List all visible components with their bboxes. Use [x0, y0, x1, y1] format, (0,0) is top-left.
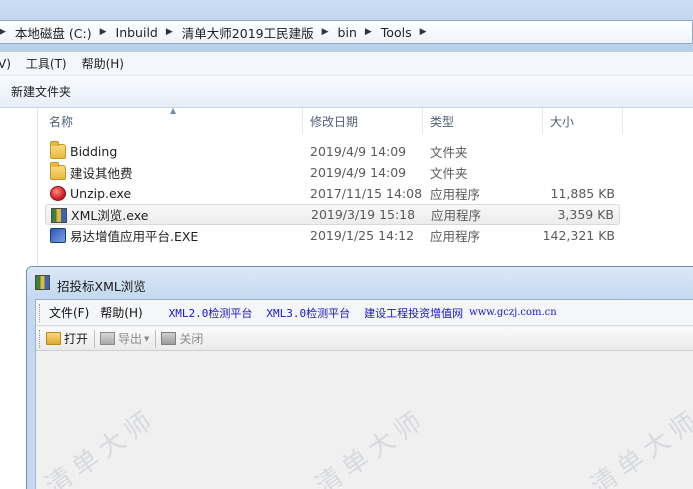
chevron-right-icon[interactable]: ▶: [420, 27, 427, 37]
file-name: Unzip.exe: [70, 186, 132, 201]
open-button[interactable]: 打开: [46, 330, 88, 347]
file-type: 应用程序: [430, 229, 481, 244]
toolbar-separator: [94, 329, 96, 348]
app-menubar: 文件(F) 帮助(H) XML2.0检测平台 XML3.0检测平台 建设工程投资…: [36, 300, 693, 326]
file-type: 应用程序: [430, 187, 481, 202]
file-size: 3,359 KB: [557, 207, 614, 222]
breadcrumb-bin[interactable]: bin ▶: [338, 25, 381, 40]
toolbar-separator: [155, 329, 157, 348]
open-label: 打开: [64, 332, 89, 346]
file-row-yida[interactable]: 易达增值应用平台.EXE 2019/1/25 14:12 应用程序 142,32…: [45, 225, 620, 246]
file-row-unzip[interactable]: Unzip.exe 2017/11/15 14:08 应用程序 11,885 K…: [45, 183, 620, 204]
link-xml2-check[interactable]: XML2.0检测平台: [169, 305, 253, 321]
file-name: XML浏览.exe: [71, 208, 149, 223]
breadcrumb-label: 清单大师2019工民建版: [181, 25, 314, 41]
explorer-command-bar: 新建文件夹: [0, 76, 693, 108]
unzip-app-icon: [50, 186, 66, 201]
app-toolbar: 打开 导出 ▼ 关闭: [36, 327, 693, 351]
file-date: 2019/3/19 15:18: [311, 207, 416, 222]
close-file-button[interactable]: 关闭: [161, 330, 203, 347]
file-name: 建设其他费: [70, 166, 133, 181]
document-workspace[interactable]: 清单大师 清单大师 清单大师: [36, 352, 693, 489]
file-date: 2019/1/25 14:12: [310, 228, 415, 243]
file-date: 2019/4/9 14:09: [310, 165, 407, 180]
menu-tools[interactable]: 工具(T): [26, 55, 67, 72]
file-date: 2019/4/9 14:09: [310, 144, 407, 159]
file-type: 文件夹: [430, 166, 468, 181]
open-folder-icon: [46, 332, 61, 345]
column-header-size[interactable]: 大小: [543, 108, 623, 134]
file-name: 易达增值应用平台.EXE: [70, 229, 199, 244]
column-header-date[interactable]: 修改日期: [303, 108, 423, 134]
link-url[interactable]: www.gczj.com.cn: [469, 307, 557, 318]
chevron-right-icon[interactable]: ▶: [166, 27, 173, 37]
exe-app-icon: [50, 228, 66, 243]
breadcrumb-label: Inbuild: [115, 24, 158, 40]
chevron-right-icon[interactable]: ▶: [322, 27, 329, 37]
watermark-text: 清单大师: [310, 403, 433, 489]
file-type: 文件夹: [430, 145, 468, 160]
close-label: 关闭: [179, 332, 204, 346]
explorer-menubar: V) 工具(T) 帮助(H): [0, 52, 693, 76]
app-client-area: 文件(F) 帮助(H) XML2.0检测平台 XML3.0检测平台 建设工程投资…: [35, 299, 693, 489]
column-header-name[interactable]: 名称: [42, 108, 303, 134]
xml-viewer-window: 招投标XML浏览 文件(F) 帮助(H) XML2.0检测平台 XML3.0检测…: [26, 266, 693, 489]
breadcrumb-lead: ▶: [0, 27, 6, 37]
close-file-icon: [161, 332, 177, 345]
file-row-jianshe[interactable]: 建设其他费 2019/4/9 14:09 文件夹: [45, 162, 620, 183]
menu-file[interactable]: 文件(F): [49, 304, 89, 321]
chevron-right-icon[interactable]: ▶: [100, 27, 107, 37]
export-label: 导出: [118, 332, 143, 346]
dropdown-arrow-icon: ▼: [144, 334, 150, 343]
watermark-text: 清单大师: [585, 403, 693, 489]
menu-help[interactable]: 帮助(H): [82, 55, 124, 72]
breadcrumb-label: 本地磁盘 (C:): [14, 25, 92, 41]
file-row-xml-viewer[interactable]: XML浏览.exe 2019/3/19 15:18 应用程序 3,359 KB: [45, 204, 620, 225]
explorer-address-area: ▶ 本地磁盘 (C:) ▶ Inbuild ▶ 清单大师2019工民建版 ▶ bin ▶…: [0, 0, 693, 52]
menu-view[interactable]: V): [0, 57, 11, 71]
app-logo-icon: [35, 275, 50, 290]
export-icon: [100, 332, 116, 345]
folder-icon: [50, 162, 66, 180]
column-header-type[interactable]: 类型: [423, 108, 543, 134]
app-title-bar[interactable]: 招投标XML浏览: [27, 267, 693, 299]
link-investment-site[interactable]: 建设工程投资增值网: [364, 305, 463, 321]
breadcrumb-label: bin: [337, 24, 357, 40]
app-title: 招投标XML浏览: [57, 279, 146, 294]
breadcrumb-inbuild[interactable]: Inbuild ▶: [116, 25, 182, 40]
breadcrumb-drive[interactable]: 本地磁盘 (C:) ▶: [15, 23, 116, 42]
file-size: 11,885 KB: [550, 186, 615, 201]
address-bar[interactable]: ▶ 本地磁盘 (C:) ▶ Inbuild ▶ 清单大师2019工民建版 ▶ bin ▶…: [0, 20, 693, 44]
link-xml3-check[interactable]: XML3.0检测平台: [266, 305, 350, 321]
breadcrumb-label: Tools: [380, 24, 412, 40]
file-name: Bidding: [70, 144, 118, 159]
watermark-text: 清单大师: [40, 403, 163, 489]
export-button[interactable]: 导出 ▼: [100, 330, 149, 347]
menu-help[interactable]: 帮助(H): [100, 304, 142, 321]
menubar-grip[interactable]: [39, 303, 42, 322]
new-folder-button[interactable]: 新建文件夹: [11, 83, 71, 100]
file-size: 142,321 KB: [542, 228, 615, 243]
file-row-bidding[interactable]: Bidding 2019/4/9 14:09 文件夹: [45, 141, 620, 162]
file-type: 应用程序: [431, 208, 482, 223]
xml-viewer-app-icon: [51, 208, 67, 223]
breadcrumb-qingdan[interactable]: 清单大师2019工民建版 ▶: [182, 23, 338, 42]
folder-icon: [50, 141, 66, 159]
breadcrumb-tools[interactable]: Tools ▶: [381, 25, 436, 40]
chevron-right-icon[interactable]: ▶: [365, 27, 372, 37]
file-date: 2017/11/15 14:08: [310, 186, 423, 201]
navigation-pane[interactable]: [0, 108, 38, 268]
toolbar-grip[interactable]: [39, 329, 42, 348]
